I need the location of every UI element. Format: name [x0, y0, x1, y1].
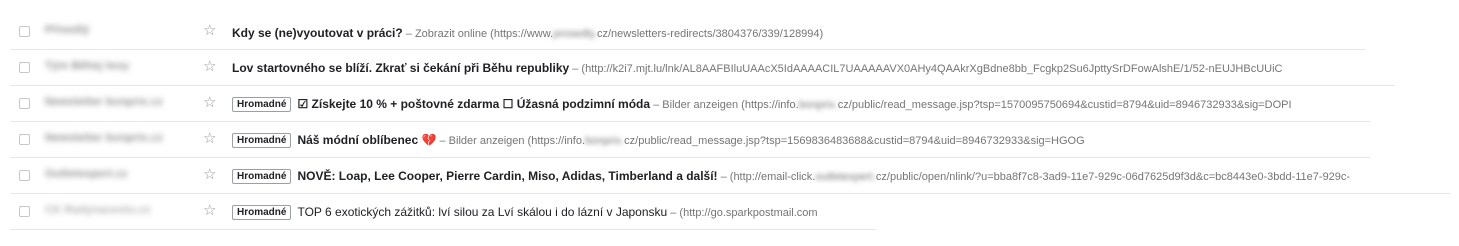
star-icon[interactable]: ☆ [203, 95, 216, 110]
email-snippet: (http://go.sparkpostmail.com [679, 207, 817, 219]
email-row[interactable]: Tým Běhej teoy ☆ Lov startovného se blíž… [0, 50, 1459, 86]
category-label[interactable]: Hromadné [232, 169, 292, 184]
snippet-text: (http://k2i7.mjt.lu/lnk/AL8AAFBIluUAAcX5… [581, 63, 1283, 75]
snippet-text: Zobrazit online (https://www. [414, 28, 554, 40]
snippet-text-end: cz/public/read_message.jsp?tsp=156983648… [624, 135, 1085, 147]
email-content: Hromadné NOVĚ: Loap, Lee Cooper, Pierre C… [232, 168, 1350, 185]
email-subject: Kdy se (ne)vyoutovat v práci? [232, 26, 403, 40]
email-subject: TOP 6 exotických zážitků: lví silou za L… [297, 205, 668, 219]
checkbox-icon[interactable] [19, 134, 30, 145]
email-subject: NOVĚ: Loap, Lee Cooper, Pierre Cardin, M… [297, 169, 718, 183]
email-row[interactable]: CK Radynacestu.cz ☆ Hromadné TOP 6 exotic… [0, 194, 1459, 230]
star-icon[interactable]: ☆ [203, 59, 216, 74]
separator: – [717, 171, 730, 183]
star-icon[interactable]: ☆ [203, 23, 216, 38]
snippet-text: (http://go.sparkpostmail.com [679, 207, 818, 219]
email-list: Přísedlý ☆ Kdy se (ne)vyoutovat v práci?… [0, 14, 1459, 230]
broken-heart-icon: 💔 [421, 133, 437, 147]
email-subject: Lov startovného se blíží. Zkrať si čekán… [232, 61, 570, 75]
email-row[interactable]: Newsletter bonprix.cz ☆ Hromadné ☑ Získej… [0, 86, 1459, 122]
checkbox-icon[interactable] [19, 170, 30, 181]
checkbox-icon[interactable] [19, 98, 30, 109]
email-content: Hromadné ☑ Získejte 10 % + poštovné zdarm… [232, 96, 1292, 113]
separator: – [569, 63, 582, 75]
checkbox-icon[interactable] [19, 206, 30, 217]
sender-name: Tým Běhej teoy [45, 60, 130, 72]
category-label[interactable]: Hromadné [232, 205, 292, 220]
email-snippet: Bilder anzeigen (https://info.bonprix.cz… [449, 135, 1085, 147]
email-snippet: (http://email-click.outletexpert.cz/publ… [730, 171, 1350, 183]
email-row[interactable]: Přísedlý ☆ Kdy se (ne)vyoutovat v práci?… [0, 14, 1459, 50]
email-row[interactable]: Newsletter bonprix.cz ☆ Hromadné Náš módn… [0, 122, 1459, 158]
separator: – [402, 28, 415, 40]
snippet-text-end: cz/newsletters-redirects/3804376/339/128… [596, 28, 824, 40]
checkbox-icon[interactable] [19, 26, 30, 37]
sender-name: Newsletter bonprix.cz [45, 96, 163, 108]
email-snippet: Bilder anzeigen (https://info.bonprix.cz… [662, 99, 1291, 111]
category-label[interactable]: Hromadné [232, 97, 292, 112]
checkbox-icon[interactable] [19, 62, 30, 73]
separator: – [650, 99, 663, 111]
sender-name: Přísedlý [45, 24, 90, 36]
sender-name: Outletexpert.cz [45, 168, 128, 180]
snippet-blurred: outletexpert. [815, 171, 876, 183]
snippet-text: Bilder anzeigen (https://info. [662, 99, 799, 111]
snippet-blurred: bonprix. [585, 135, 625, 147]
snippet-blurred: prosedly. [553, 28, 597, 40]
star-icon[interactable]: ☆ [203, 131, 216, 146]
separator: – [667, 207, 680, 219]
category-label[interactable]: Hromadné [232, 133, 292, 148]
sender-name: Newsletter bonprix.cz [45, 132, 163, 144]
email-subject: ☑ Získejte 10 % + poštovné zdarma ☐ Úžas… [297, 97, 651, 111]
sender-name: CK Radynacestu.cz [45, 204, 151, 216]
snippet-blurred: bonprix. [798, 99, 838, 111]
email-content: Lov startovného se blíží. Zkrať si čekán… [232, 60, 1282, 77]
snippet-text: (http://email-click. [729, 171, 816, 183]
email-content: Hromadné Náš módní oblíbenec 💔 – Bilder a… [232, 132, 1085, 149]
snippet-text-end: cz/public/open/nlink/?u=bba8f7c8-3ad9-11… [875, 171, 1351, 183]
email-content: Hromadné TOP 6 exotických zážitků: lví si… [232, 204, 818, 221]
row-divider [10, 229, 876, 230]
star-icon[interactable]: ☆ [203, 167, 216, 182]
star-icon[interactable]: ☆ [203, 203, 216, 218]
email-snippet: (http://k2i7.mjt.lu/lnk/AL8AAFBIluUAAcX5… [581, 63, 1282, 75]
email-subject: Náš módní oblíbenec [297, 133, 419, 147]
email-row[interactable]: Outletexpert.cz ☆ Hromadné NOVĚ: Loap, Le… [0, 158, 1459, 194]
snippet-text-end: cz/public/read_message.jsp?tsp=157009575… [837, 99, 1292, 111]
email-snippet: Zobrazit online (https://www.prosedly.cz… [415, 28, 823, 40]
email-content: Kdy se (ne)vyoutovat v práci? – Zobrazit… [232, 25, 823, 42]
separator: – [436, 135, 449, 147]
snippet-text: Bilder anzeigen (https://info. [448, 135, 586, 147]
